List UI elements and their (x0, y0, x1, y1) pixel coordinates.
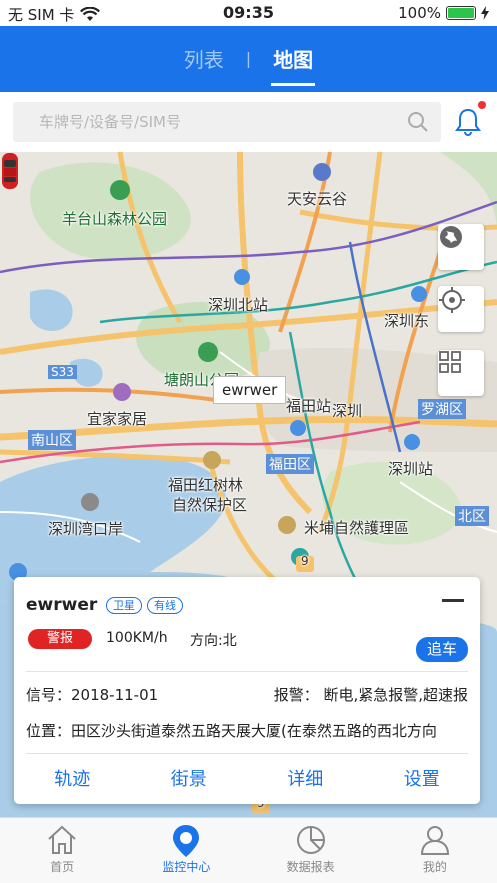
map-label-futian-station: 福田站 (286, 397, 332, 415)
location-pin-icon (173, 825, 200, 857)
map-label-mangrove-2: 自然保护区 (172, 496, 248, 514)
crosshair-icon (439, 287, 465, 313)
charging-icon (481, 6, 489, 20)
track-button[interactable]: 轨迹 (14, 765, 131, 791)
map-label-maipo: 米埔自然護理區 (304, 519, 410, 537)
pie-chart-icon (296, 826, 325, 854)
nav-label-profile: 我的 (422, 860, 447, 874)
bottom-nav: 首页 监控中心 数据报表 我的 (0, 817, 497, 883)
direction-value: 方向:北 (190, 633, 237, 649)
map-view[interactable]: 天安云谷 羊台山森林公园 深圳北站 深圳东 塘朗山公园 宜家家居 福田站 深圳 … (0, 152, 497, 817)
map-label-north-district: 北区 (455, 506, 489, 526)
search-icon[interactable] (407, 111, 429, 133)
battery-icon (446, 6, 476, 20)
signal-text: 信号：2018-11-01 (26, 686, 159, 704)
chase-button[interactable]: 追车 (416, 637, 468, 662)
nav-item-home[interactable]: 首页 (0, 818, 124, 883)
map-label-futian-district: 福田区 (266, 454, 314, 474)
search-box (13, 102, 441, 142)
map-label-mangrove-1: 福田红树林 (168, 476, 244, 494)
search-input[interactable] (13, 102, 393, 142)
badge-satellite: 卫星 (106, 597, 142, 614)
map-label-s33: S33 (48, 365, 77, 379)
status-right: 100% (398, 4, 489, 22)
details-button[interactable]: 详细 (247, 765, 364, 791)
notification-dot (478, 101, 486, 109)
tab-list[interactable]: 列表 (184, 44, 224, 73)
bell-icon[interactable] (455, 108, 481, 136)
top-bar: 列表 | 地图 (0, 26, 497, 92)
search-bar (0, 92, 497, 152)
map-layer-button[interactable] (438, 224, 484, 270)
status-bar: 无 SIM 卡 09:35 100% (0, 0, 497, 26)
map-label-shenzhen-north: 深圳北站 (208, 296, 269, 314)
minimize-button[interactable] (442, 599, 464, 602)
tab-map[interactable]: 地图 (271, 44, 316, 86)
card-divider (26, 753, 468, 754)
nav-label-home: 首页 (50, 860, 75, 874)
car-callout: ewrwer (213, 376, 287, 404)
nav-item-profile[interactable]: 我的 (373, 818, 497, 883)
map-label-luohu: 罗湖区 (418, 399, 466, 419)
map-label-nanshan: 南山区 (28, 430, 76, 450)
globe-icon (440, 226, 462, 248)
vehicle-name: ewrwer (26, 595, 98, 615)
locate-button[interactable] (438, 286, 484, 332)
nav-label-reports: 数据报表 (286, 860, 335, 874)
alarm-report-text: 报警： 断电,紧急报警,超速报 (273, 686, 468, 704)
grid-icon (439, 351, 461, 373)
settings-button[interactable]: 设置 (364, 765, 481, 791)
home-icon (48, 825, 76, 854)
card-divider (26, 671, 468, 672)
map-label-shenzhen-east: 深圳东 (384, 312, 430, 330)
view-tabs: 列表 | 地图 (0, 44, 497, 86)
tab-separator: | (245, 49, 252, 68)
vehicle-info-card: ewrwer 卫星 有线 警报 100KM/h 方向:北 追车 信号：2018-… (14, 577, 480, 804)
road-marker-9a: 9 (301, 554, 309, 568)
nav-item-reports[interactable]: 数据报表 (249, 818, 373, 883)
card-actions: 轨迹 街景 详细 设置 (14, 765, 480, 791)
map-label-tianan: 天安云谷 (287, 190, 348, 208)
location-text: 位置：田区沙头街道泰然五路天展大厦(在泰然五路的西北方向 (26, 722, 437, 740)
map-label-shenzhen-station: 深圳站 (388, 460, 434, 478)
user-icon (420, 826, 449, 855)
map-label-shenzhen: 深圳 (332, 402, 363, 420)
grid-view-button[interactable] (438, 350, 484, 396)
map-label-yangtaishan: 羊台山森林公园 (62, 210, 168, 228)
car-marker-icon[interactable] (0, 152, 20, 190)
map-label-ikea: 宜家家居 (87, 410, 148, 428)
street-view-button[interactable]: 街景 (131, 765, 248, 791)
nav-item-monitor[interactable]: 监控中心 (124, 818, 248, 883)
speed-value: 100KM/h (106, 630, 168, 646)
nav-label-monitor: 监控中心 (162, 860, 211, 874)
alarm-badge: 警报 (28, 629, 92, 649)
badge-wired: 有线 (147, 597, 183, 614)
map-label-shenzhen-bay: 深圳湾口岸 (48, 520, 124, 538)
battery-percent: 100% (398, 4, 441, 22)
